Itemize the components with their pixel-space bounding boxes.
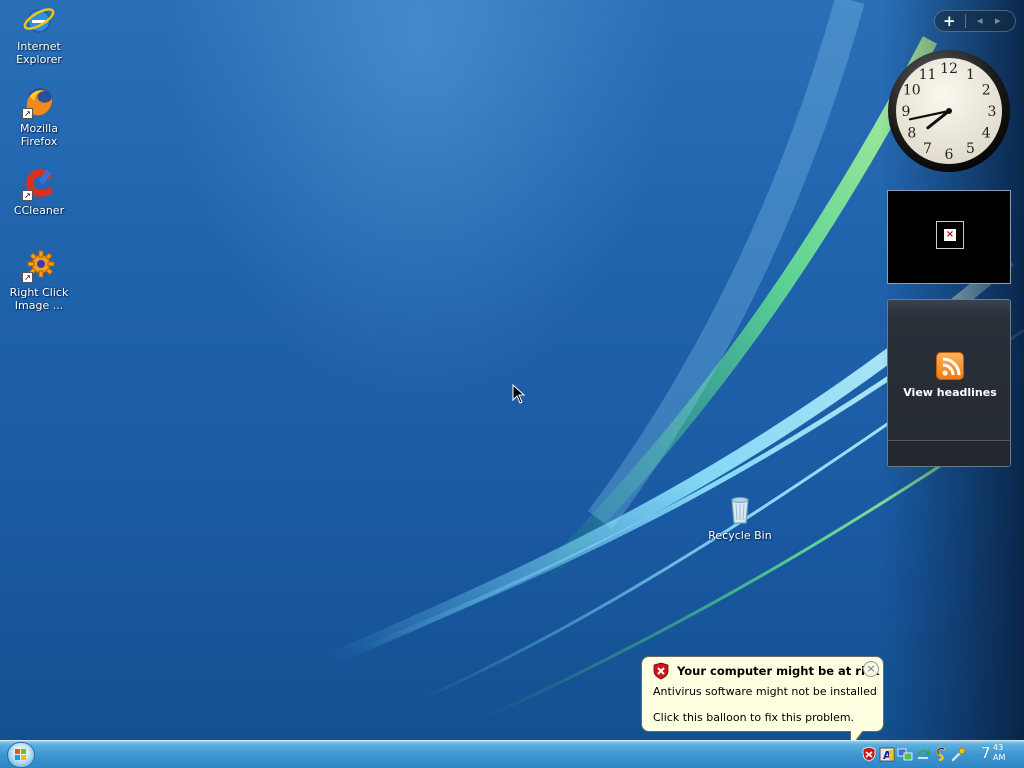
windows-logo-icon [15, 749, 26, 760]
desktop-icon-label: Internet [17, 40, 61, 53]
balloon-title: Your computer might be at risk [677, 664, 880, 678]
shortcut-arrow-icon: ↗ [22, 190, 33, 201]
desktop[interactable]: Internet Explorer ↗ Mozilla Firefox ↗ CC… [0, 0, 1024, 740]
balloon-close-button[interactable]: × [863, 661, 879, 677]
sidebar-controls: + ◂ ▸ [934, 10, 1016, 32]
desktop-icon-label: Explorer [16, 53, 62, 66]
desktop-icon-right-click-image[interactable]: ↗ Right Click Image ... [1, 249, 77, 312]
gear-icon: ↗ [22, 249, 56, 283]
clock-gadget[interactable]: 12 1 2 3 4 5 6 7 8 9 10 11 [886, 48, 1012, 174]
clock-number: 9 [902, 104, 911, 120]
analog-clock-face: 12 12 3 45678 9 1011 [888, 50, 1010, 172]
rss-icon [936, 352, 964, 380]
add-gadget-button[interactable]: + [943, 12, 956, 30]
ccleaner-icon: ↗ [22, 167, 56, 201]
shortcut-arrow-icon: ↗ [22, 272, 33, 283]
wallpaper [327, 0, 1024, 740]
clock-number: 12 [940, 61, 958, 77]
clock-number: 10 [903, 83, 921, 99]
clock-number: 4 [982, 126, 991, 142]
broken-image-icon: × [936, 221, 964, 249]
clock-number: 1 [966, 67, 975, 83]
clock-number: 2 [982, 83, 991, 99]
update-arrow-icon[interactable] [915, 746, 931, 762]
network-icon[interactable] [897, 746, 913, 762]
clock-number: 11 [919, 67, 937, 83]
security-shield-icon [653, 662, 669, 680]
clock-number: 8 [907, 126, 916, 142]
taskbar-clock-minute: 43 [993, 743, 1004, 752]
clock-number: 7 [923, 141, 932, 157]
desktop-icon-label: CCleaner [13, 204, 65, 217]
sidebar-prev-button[interactable]: ◂ [977, 14, 983, 27]
broken-image-mark: × [944, 229, 956, 241]
shortcut-arrow-icon: ↗ [22, 108, 33, 119]
desktop-icon-firefox[interactable]: ↗ Mozilla Firefox [1, 85, 77, 148]
view-headlines-link[interactable]: View headlines [888, 386, 1012, 399]
clock-number: 5 [966, 141, 975, 157]
slideshow-gadget[interactable]: × [887, 190, 1011, 284]
recycle-bin-icon [723, 492, 757, 526]
desktop-icon-label: Image ... [14, 299, 64, 312]
taskbar-clock-hour[interactable]: 7 [981, 744, 991, 762]
firefox-icon: ↗ [22, 85, 56, 119]
desktop-icon-recycle-bin[interactable]: Recycle Bin [702, 492, 778, 542]
sidebar-controls-divider [965, 14, 966, 28]
feed-headlines-gadget[interactable]: View headlines [887, 299, 1011, 467]
mouse-cursor-icon [512, 384, 526, 404]
internet-explorer-icon [22, 3, 56, 37]
font-a-icon[interactable]: A [879, 746, 895, 762]
balloon-action-text: Click this balloon to fix this problem. [653, 711, 855, 724]
security-shield-icon[interactable] [861, 746, 877, 762]
desktop-icon-label: Recycle Bin [708, 529, 772, 542]
desktop-icon-ccleaner[interactable]: ↗ CCleaner [1, 167, 77, 217]
desktop-icon-internet-explorer[interactable]: Internet Explorer [1, 3, 77, 66]
balloon-message: Antivirus software might not be installe… [653, 685, 877, 698]
taskbar-clock-ampm: AM [993, 753, 1006, 762]
security-notification-balloon[interactable]: Your computer might be at risk × Antivir… [641, 656, 884, 749]
clock-number: 6 [945, 147, 954, 163]
swirl-icon[interactable] [933, 746, 949, 762]
clock-number: 3 [988, 104, 997, 120]
desktop-icon-label: Right Click [9, 286, 69, 299]
desktop-icon-label: Mozilla Firefox [20, 122, 58, 148]
tools-icon[interactable] [951, 746, 967, 762]
sidebar-next-button[interactable]: ▸ [995, 14, 1001, 27]
start-button[interactable] [7, 742, 35, 768]
feed-gadget-footer [888, 440, 1010, 466]
